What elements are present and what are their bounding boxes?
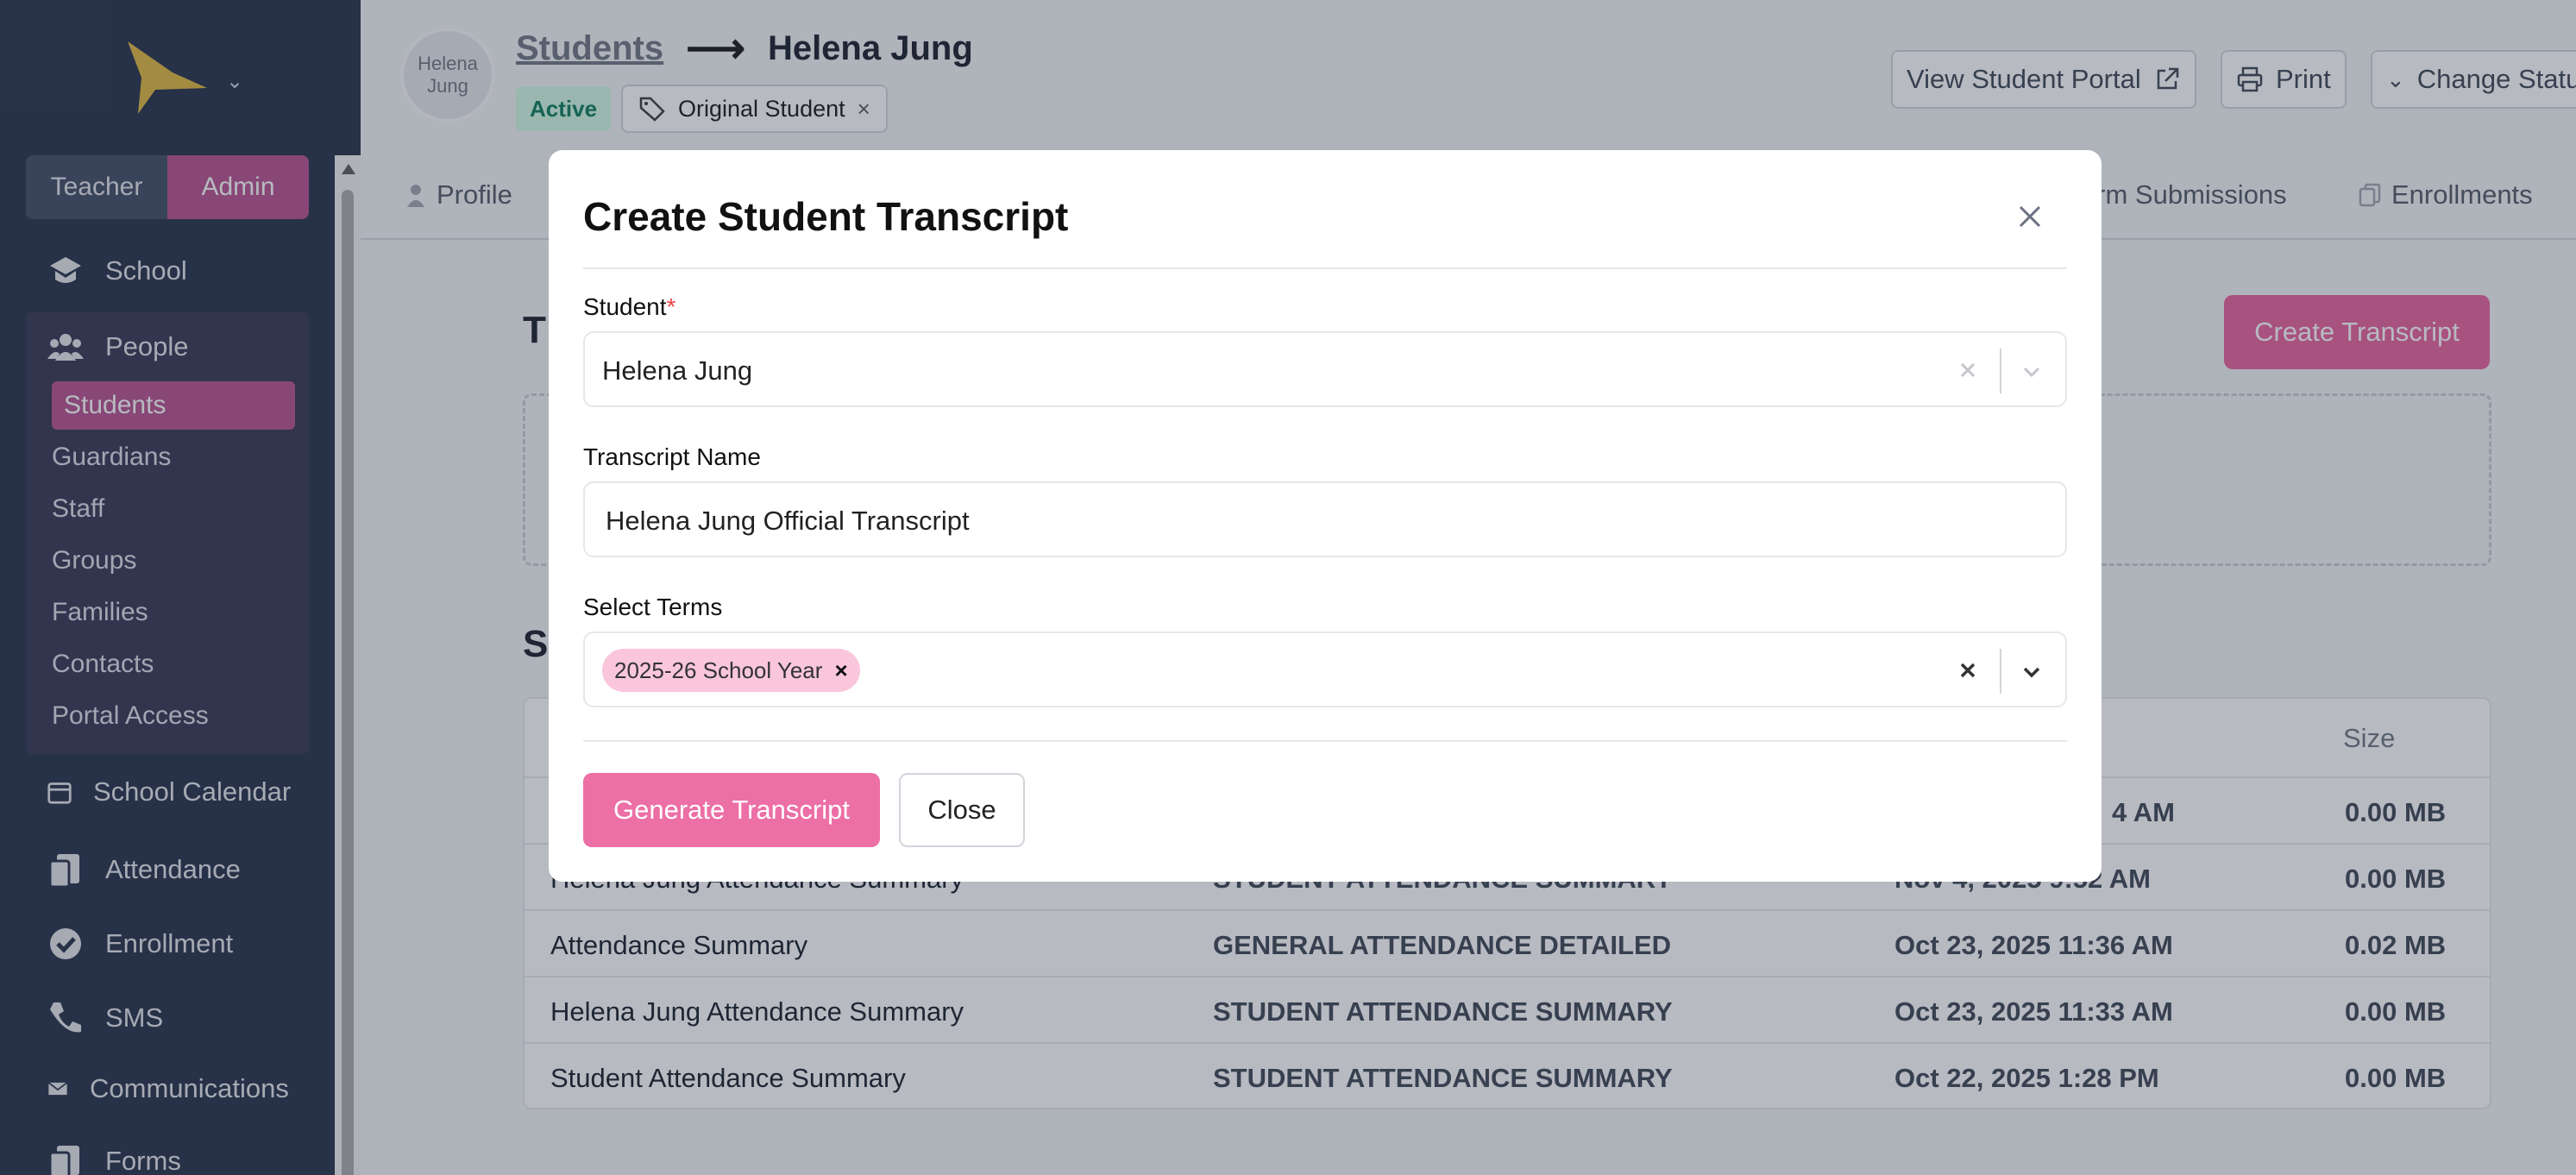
remove-term-icon[interactable]: × [834, 657, 847, 684]
select-separator [2000, 649, 2001, 694]
divider [583, 740, 2067, 742]
terms-multiselect[interactable]: 2025-26 School Year × [583, 631, 2067, 707]
close-button[interactable]: Close [899, 773, 1025, 847]
student-select-value: Helena Jung [602, 355, 753, 386]
required-mark: * [666, 293, 676, 320]
chevron-down-icon[interactable] [2017, 357, 2046, 386]
chevron-down-icon[interactable] [2017, 657, 2046, 687]
student-select[interactable]: Helena Jung [583, 331, 2067, 407]
modal-title: Create Student Transcript [583, 194, 1069, 239]
transcript-name-input[interactable]: Helena Jung Official Transcript [583, 481, 2067, 557]
student-label-text: Student [583, 293, 667, 320]
transcript-name-label: Transcript Name [583, 443, 761, 470]
close-icon[interactable] [2012, 198, 2048, 235]
generate-transcript-button[interactable]: Generate Transcript [583, 773, 880, 847]
create-transcript-modal: Create Student Transcript Student* Helen… [549, 150, 2102, 882]
select-terms-label: Select Terms [583, 594, 723, 620]
clear-icon[interactable] [1953, 656, 1982, 685]
select-separator [2000, 349, 2001, 393]
term-chip: 2025-26 School Year × [602, 649, 860, 692]
student-field-label: Student* [583, 293, 675, 321]
transcript-name-value: Helena Jung Official Transcript [606, 506, 970, 536]
clear-icon[interactable] [1953, 355, 1982, 385]
divider [583, 267, 2067, 269]
term-chip-label: 2025-26 School Year [614, 657, 823, 683]
